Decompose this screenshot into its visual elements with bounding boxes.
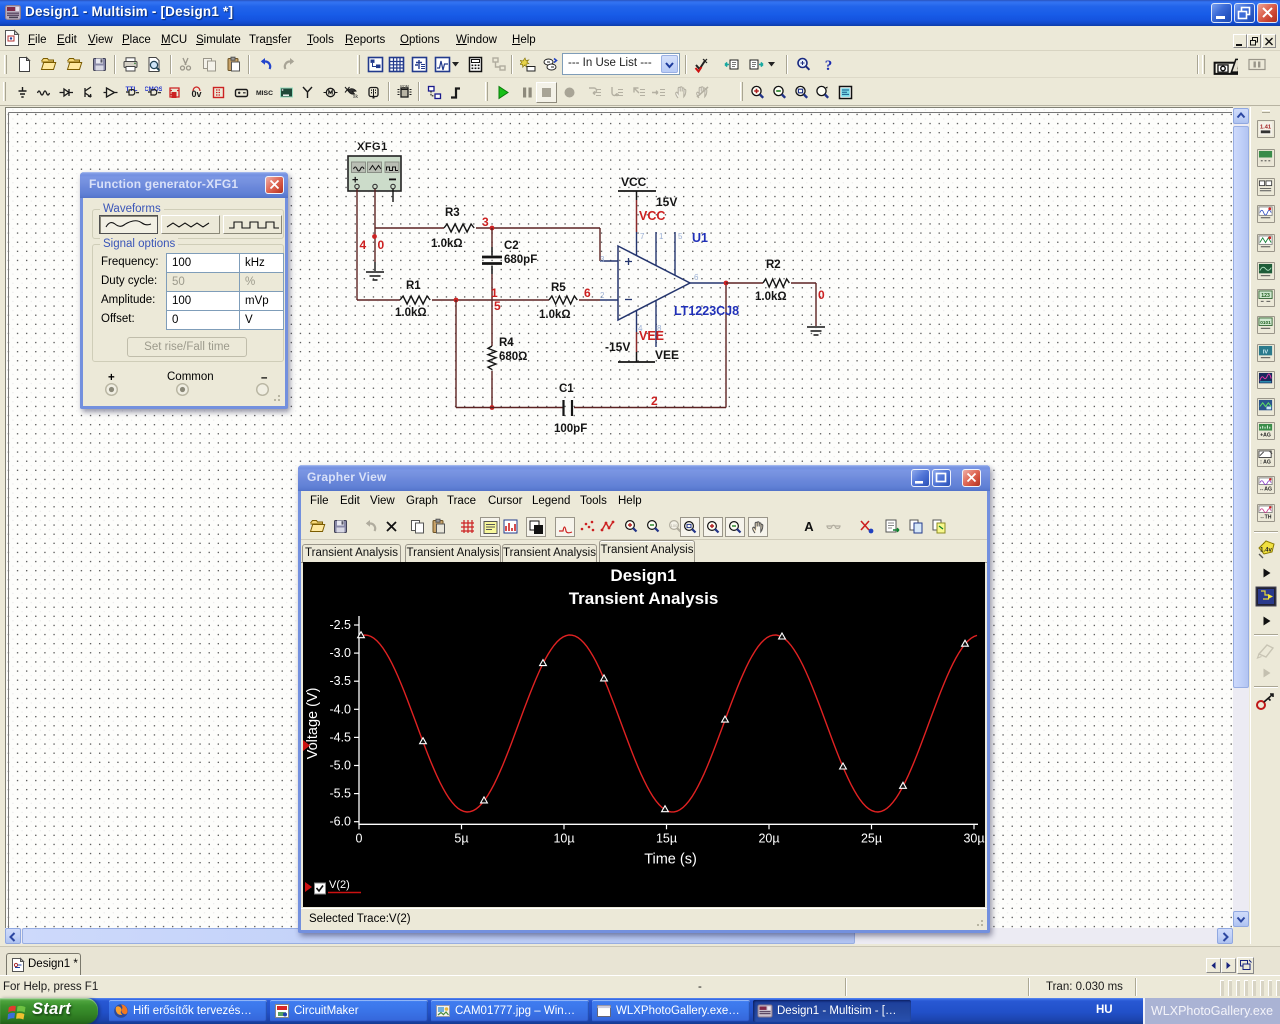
svg-text:10µ: 10µ — [553, 832, 574, 846]
svg-text:20µ: 20µ — [758, 832, 779, 846]
svg-text:1.41: 1.41 — [1260, 125, 1271, 131]
svg-text:0v: 0v — [191, 89, 201, 99]
svg-text:30µ: 30µ — [963, 832, 984, 846]
svg-text:↔TH: ↔TH — [1260, 515, 1272, 521]
svg-text:1.4v: 1.4v — [1260, 548, 1272, 554]
svg-text:123: 123 — [1261, 293, 1270, 299]
svg-text:15µ: 15µ — [655, 832, 676, 846]
svg-text:IV: IV — [1263, 349, 1269, 355]
svg-text:?: ? — [825, 58, 833, 73]
svg-text:-6.0: -6.0 — [329, 815, 351, 829]
svg-text:25µ: 25µ — [860, 832, 881, 846]
svg-text:MISC: MISC — [256, 90, 273, 97]
svg-text:Voltage (V): Voltage (V) — [305, 688, 321, 760]
svg-text:-3.0: -3.0 — [329, 646, 351, 660]
svg-text:0: 0 — [355, 832, 362, 846]
svg-text:V(2): V(2) — [329, 879, 350, 891]
svg-text:-2.5: -2.5 — [329, 618, 351, 632]
svg-text:+AG: +AG — [1260, 433, 1271, 439]
svg-text:-3.5: -3.5 — [329, 674, 351, 688]
svg-text:sk: sk — [353, 94, 359, 100]
svg-text:Time (s): Time (s) — [644, 852, 697, 868]
svg-text:-4.0: -4.0 — [329, 702, 351, 716]
svg-text:-5.0: -5.0 — [329, 759, 351, 773]
svg-text:ROM: ROM — [400, 84, 408, 88]
svg-text:5µ: 5µ — [454, 832, 468, 846]
svg-text:100: 100 — [671, 523, 678, 528]
svg-text:: AG: : AG — [1260, 460, 1271, 466]
svg-text:A: A — [804, 519, 814, 534]
svg-text:-4.5: -4.5 — [329, 730, 351, 744]
svg-text:0101: 0101 — [1260, 320, 1271, 325]
svg-text:-5.5: -5.5 — [329, 787, 351, 801]
svg-text:↔AG: ↔AG — [1259, 487, 1272, 493]
